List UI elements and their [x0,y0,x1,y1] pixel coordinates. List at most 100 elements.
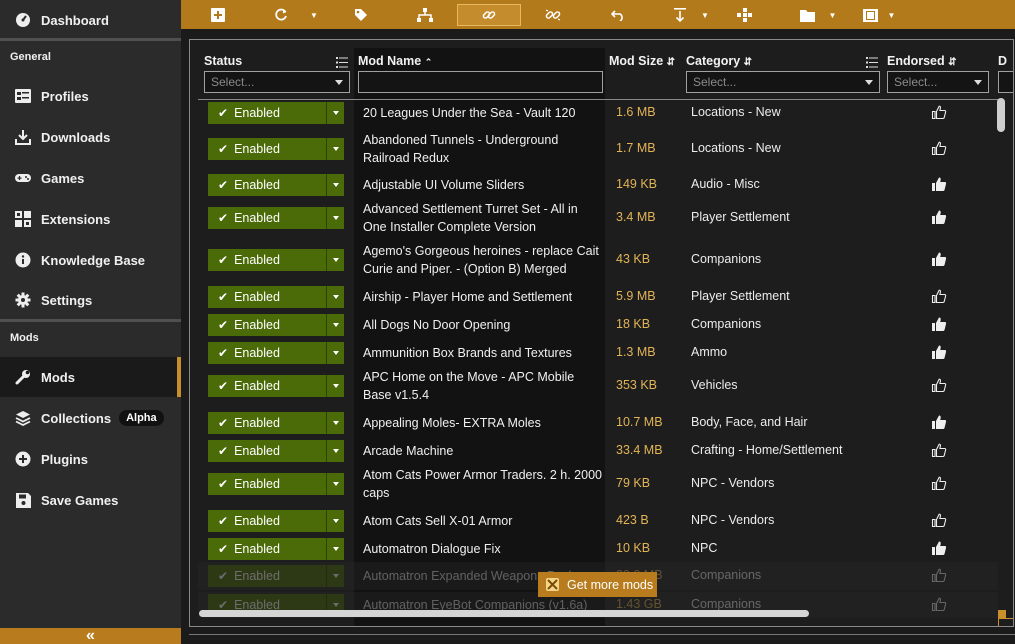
endorsed-thumbs-up-icon[interactable] [931,209,947,225]
status-dropdown[interactable]: ✔ Enabled [208,314,344,336]
table-row[interactable]: ✔ Enabled Adjustable UI Volume Sliders 149 … [198,174,998,196]
chevron-down-icon[interactable] [326,174,344,196]
status-filter-select[interactable]: Select... [204,71,350,93]
table-row[interactable]: ✔ Enabled APC Home on the Move - APC Mobil… [198,368,998,404]
endorsed-thumbs-up-icon[interactable] [931,251,947,267]
column-menu-icon[interactable] [866,57,878,68]
sidebar-item-plugins[interactable]: Plugins [0,439,181,479]
table-row[interactable]: ✔ Enabled Ammunition Box Brands and Textur… [198,342,998,364]
status-dropdown[interactable]: ✔ Enabled [208,375,344,397]
scroll-to-top-button[interactable] [998,618,1013,626]
unlink-button[interactable] [542,4,564,26]
not-endorsed-thumbs-up-icon[interactable] [931,140,947,156]
table-row[interactable]: ✔ Enabled Airship - Player Home and Settle… [198,286,998,308]
header-mod-size[interactable]: Mod Size ⇵ [609,54,675,68]
table-row[interactable]: ✔ Enabled Agemo's Gorgeous heroines - repl… [198,242,998,278]
table-row[interactable]: ✔ Enabled Abandoned Tunnels - Underground … [198,131,998,167]
table-row[interactable]: ✔ Enabled Appealing Moles- EXTRA Moles 10.7… [198,412,998,434]
not-endorsed-thumbs-up-icon[interactable] [931,475,947,491]
chevron-down-icon[interactable] [326,342,344,364]
refresh-button[interactable]: ▼ [271,4,321,26]
header-status[interactable]: Status [204,54,242,68]
dependencies-button[interactable] [414,4,436,26]
link-button[interactable] [457,4,521,26]
table-row[interactable]: ✔ Enabled Advanced Settlement Turret Set -… [198,200,998,236]
add-mod-button[interactable] [209,4,227,26]
category-filter-select[interactable]: Select... [686,71,880,93]
sidebar-item-collections[interactable]: Collections Alpha [0,398,181,438]
chevron-down-icon[interactable] [326,249,344,271]
endorsed-thumbs-up-icon[interactable] [931,316,947,332]
endorsed-thumbs-up-icon[interactable] [931,414,947,430]
horizontal-scrollbar[interactable] [199,610,809,617]
not-endorsed-thumbs-up-icon[interactable] [931,596,947,612]
header-next-column[interactable]: D [998,54,1007,68]
table-row[interactable]: ✔ Enabled Atom Cats Power Armor Traders. 2… [198,466,998,502]
status-dropdown[interactable]: ✔ Enabled [208,207,344,229]
status-dropdown[interactable]: ✔ Enabled [208,510,344,532]
media-button[interactable]: ▼ [861,4,897,26]
sidebar-collapse-button[interactable]: « [0,627,181,644]
status-dropdown[interactable]: ✔ Enabled [208,565,344,587]
undo-button[interactable] [608,4,628,26]
not-endorsed-thumbs-up-icon[interactable] [931,377,947,393]
chevron-down-icon[interactable] [326,565,344,587]
tag-button[interactable] [351,4,371,26]
table-row[interactable]: ✔ Enabled Arcade Machine 33.4 MB Crafting - … [198,440,998,462]
table-row[interactable]: ✔ Enabled All Dogs No Door Opening 18 KB Com… [198,314,998,336]
name-filter-input[interactable] [358,71,603,93]
next-column-filter[interactable] [998,71,1013,93]
status-dropdown[interactable]: ✔ Enabled [208,412,344,434]
endorsed-filter-select[interactable]: Select... [887,71,989,93]
grid-button[interactable] [734,4,754,26]
header-mod-name[interactable]: Mod Name ⌃ [358,54,432,68]
sidebar-item-settings[interactable]: Settings [0,280,181,320]
chevron-down-icon[interactable] [326,138,344,160]
endorsed-thumbs-up-icon[interactable] [931,344,947,360]
not-endorsed-thumbs-up-icon[interactable] [931,288,947,304]
sidebar-item-save-games[interactable]: Save Games [0,480,181,520]
open-folder-button[interactable]: ▼ [796,4,840,26]
status-dropdown[interactable]: ✔ Enabled [208,440,344,462]
column-menu-icon[interactable] [336,57,348,68]
status-dropdown[interactable]: ✔ Enabled [208,249,344,271]
sidebar-item-games[interactable]: Games [0,158,181,198]
header-endorsed[interactable]: Endorsed ⇵ [887,54,957,68]
not-endorsed-thumbs-up-icon[interactable] [931,512,947,528]
chevron-down-icon[interactable] [326,375,344,397]
sidebar-item-profiles[interactable]: Profiles [0,76,181,116]
chevron-down-icon[interactable] [326,412,344,434]
chevron-down-icon[interactable] [326,102,344,124]
status-dropdown[interactable]: ✔ Enabled [208,286,344,308]
endorsed-thumbs-up-icon[interactable] [931,540,947,556]
status-dropdown[interactable]: ✔ Enabled [208,138,344,160]
status-dropdown[interactable]: ✔ Enabled [208,342,344,364]
table-row[interactable]: ✔ Enabled 20 Leagues Under the Sea - Vault… [198,102,998,124]
sidebar-item-dashboard[interactable]: Dashboard [0,0,181,40]
not-endorsed-thumbs-up-icon[interactable] [931,442,947,458]
install-button[interactable]: ▼ [671,4,711,26]
sidebar-item-mods[interactable]: Mods [0,357,181,397]
status-dropdown[interactable]: ✔ Enabled [208,473,344,495]
not-endorsed-thumbs-up-icon[interactable] [931,104,947,120]
not-endorsed-thumbs-up-icon[interactable] [931,567,947,583]
header-category[interactable]: Category ⇵ [686,54,752,68]
chevron-down-icon[interactable] [326,473,344,495]
sidebar-item-downloads[interactable]: Downloads [0,117,181,157]
endorsed-thumbs-up-icon[interactable] [931,176,947,192]
chevron-down-icon[interactable] [326,538,344,560]
status-dropdown[interactable]: ✔ Enabled [208,174,344,196]
chevron-down-icon[interactable] [326,207,344,229]
get-more-mods-button[interactable]: Get more mods [538,572,657,597]
chevron-down-icon[interactable] [326,286,344,308]
vertical-scrollbar[interactable] [997,98,1005,132]
chevron-down-icon[interactable] [326,440,344,462]
chevron-down-icon[interactable] [326,314,344,336]
status-dropdown[interactable]: ✔ Enabled [208,102,344,124]
sidebar-item-knowledge-base[interactable]: Knowledge Base [0,240,181,280]
chevron-down-icon[interactable] [326,510,344,532]
table-row[interactable]: ✔ Enabled Automatron Dialogue Fix 10 KB NPC [198,538,998,560]
status-dropdown[interactable]: ✔ Enabled [208,538,344,560]
sidebar-item-extensions[interactable]: Extensions [0,199,181,239]
table-row[interactable]: ✔ Enabled Atom Cats Sell X-01 Armor 423 B NP… [198,510,998,532]
